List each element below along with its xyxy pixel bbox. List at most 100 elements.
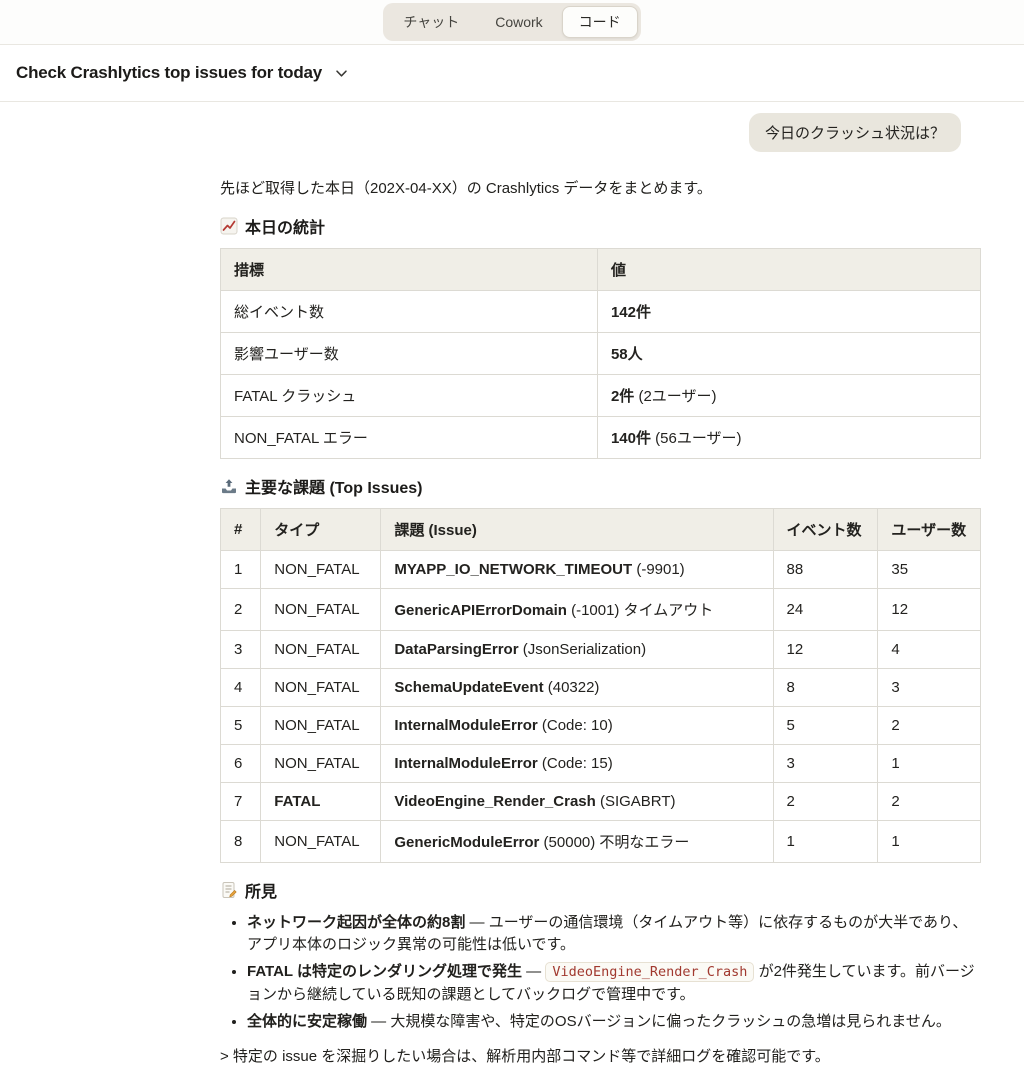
issue-detail: (Code: 10) bbox=[537, 717, 613, 734]
outbox-tray-icon bbox=[220, 477, 238, 495]
users-cell: 1 bbox=[877, 744, 981, 783]
finding-item: ネットワーク起因が全体の約8割 — ユーザーの通信環境（タイムアウト等）に依存す… bbox=[247, 912, 981, 956]
value-bold: 58人 bbox=[610, 346, 643, 363]
issues-col-type: タイプ bbox=[260, 508, 382, 551]
findings-section-title: 所見 bbox=[245, 884, 278, 901]
table-header-row: # タイプ 課題 (Issue) イベント数 ユーザー数 bbox=[219, 508, 981, 551]
issues-section-heading: 主要な課題 (Top Issues) bbox=[220, 474, 981, 498]
issue-cell: DataParsingError (JsonSerialization) bbox=[380, 630, 774, 669]
type-cell: NON_FATAL bbox=[260, 588, 382, 631]
user-message-bubble: 今日のクラッシュ状況は？ bbox=[748, 113, 961, 152]
events-cell: 2 bbox=[772, 782, 879, 821]
issue-name: DataParsingError bbox=[394, 641, 519, 658]
memo-icon bbox=[220, 881, 238, 899]
issue-row: 6 NON_FATAL InternalModuleError (Code: 1… bbox=[219, 744, 981, 783]
findings-list: ネットワーク起因が全体の約8割 — ユーザーの通信環境（タイムアウト等）に依存す… bbox=[220, 912, 981, 1033]
num-cell: 5 bbox=[219, 706, 262, 745]
findings-section-heading: 所見 bbox=[220, 878, 981, 902]
events-cell: 5 bbox=[772, 706, 879, 745]
users-cell: 2 bbox=[877, 782, 981, 821]
table-row: NON_FATAL エラー 140件 (56ユーザー) bbox=[220, 416, 982, 459]
num-cell: 3 bbox=[219, 630, 262, 669]
conversation-title: Check Crashlytics top issues for today bbox=[16, 63, 323, 82]
issues-col-num: # bbox=[219, 508, 262, 551]
events-cell: 1 bbox=[772, 820, 879, 863]
events-cell: 3 bbox=[772, 744, 879, 783]
users-cell: 12 bbox=[877, 588, 981, 631]
chevron-down-icon[interactable] bbox=[334, 66, 349, 81]
stats-section-title: 本日の統計 bbox=[245, 220, 326, 237]
finding-lead: FATAL は特定のレンダリング処理で発生 bbox=[247, 963, 522, 981]
top-tab-bar: チャット Cowork コード bbox=[0, 0, 1024, 45]
issue-cell: VideoEngine_Render_Crash (SIGABRT) bbox=[380, 782, 774, 821]
issue-row: 7 FATAL VideoEngine_Render_Crash (SIGABR… bbox=[219, 782, 981, 821]
tab-chat[interactable]: チャット bbox=[386, 6, 476, 38]
table-row: 影響ユーザー数 58人 bbox=[220, 332, 982, 375]
issue-detail: (SIGABRT) bbox=[595, 793, 676, 810]
top-issues-table: # タイプ 課題 (Issue) イベント数 ユーザー数 1 NON_FATAL… bbox=[219, 508, 981, 863]
issue-row: 8 NON_FATAL GenericModuleError (50000) 不… bbox=[219, 820, 981, 863]
type-cell: NON_FATAL bbox=[260, 706, 382, 745]
finding-item: 全体的に安定稼働 — 大規模な障害や、特定のOSバージョンに偏ったクラッシュの急… bbox=[247, 1011, 981, 1033]
issue-cell: GenericAPIErrorDomain (-1001) タイムアウト bbox=[380, 588, 774, 631]
type-cell: NON_FATAL bbox=[260, 668, 382, 707]
issue-row: 5 NON_FATAL InternalModuleError (Code: 1… bbox=[219, 706, 981, 745]
inline-code-crash-name: VideoEngine_Render_Crash bbox=[545, 962, 755, 983]
value-bold: 142件 bbox=[610, 304, 651, 321]
value-bold: 2件 bbox=[610, 388, 635, 405]
events-cell: 8 bbox=[772, 668, 879, 707]
issue-detail: (-1001) タイムアウト bbox=[566, 602, 714, 619]
issue-row: 4 NON_FATAL SchemaUpdateEvent (40322) 8 … bbox=[219, 668, 981, 707]
users-cell: 35 bbox=[877, 550, 981, 589]
table-row: 総イベント数 142件 bbox=[220, 290, 982, 333]
value-rest: (56ユーザー) bbox=[650, 430, 742, 447]
num-cell: 1 bbox=[219, 550, 262, 589]
finding-text: — 大規模な障害や、特定のOSバージョンに偏ったクラッシュの急増は見られません。 bbox=[367, 1012, 951, 1030]
issue-cell: MYAPP_IO_NETWORK_TIMEOUT (-9901) bbox=[380, 550, 774, 589]
issue-name: SchemaUpdateEvent bbox=[394, 679, 544, 696]
num-cell: 7 bbox=[219, 782, 262, 821]
value-cell: 140件 (56ユーザー) bbox=[596, 416, 982, 459]
stats-table: 措標 値 総イベント数 142件 影響ユーザー数 58人 FATAL クラッシュ… bbox=[220, 248, 982, 459]
tab-cowork[interactable]: Cowork bbox=[478, 6, 559, 38]
user-message-row: 今日のクラッシュ状況は？ bbox=[220, 113, 981, 152]
finding-item: FATAL は特定のレンダリング処理で発生 — VideoEngine_Rend… bbox=[247, 961, 981, 1005]
issue-name: VideoEngine_Render_Crash bbox=[394, 793, 596, 810]
issue-cell: GenericModuleError (50000) 不明なエラー bbox=[380, 820, 774, 863]
finding-separator: — bbox=[522, 963, 546, 981]
tab-code[interactable]: コード bbox=[561, 6, 638, 38]
issues-section-title: 主要な課題 (Top Issues) bbox=[245, 480, 423, 497]
issue-cell: SchemaUpdateEvent (40322) bbox=[380, 668, 774, 707]
events-cell: 24 bbox=[772, 588, 879, 631]
metric-cell: FATAL クラッシュ bbox=[220, 374, 598, 417]
chart-increasing-icon bbox=[220, 217, 238, 235]
issues-col-events: イベント数 bbox=[772, 508, 879, 551]
issue-name: InternalModuleError bbox=[394, 755, 538, 772]
type-cell: NON_FATAL bbox=[260, 744, 382, 783]
issue-name: GenericModuleError bbox=[394, 834, 540, 851]
issues-col-issue: 課題 (Issue) bbox=[380, 508, 774, 551]
users-cell: 3 bbox=[877, 668, 981, 707]
finding-lead: ネットワーク起因が全体の約8割 bbox=[247, 914, 466, 931]
type-cell: NON_FATAL bbox=[260, 550, 382, 589]
metric-cell: NON_FATAL エラー bbox=[220, 416, 598, 459]
conversation-header: Check Crashlytics top issues for today bbox=[0, 45, 1024, 102]
issue-detail: (50000) 不明なエラー bbox=[539, 834, 690, 851]
issue-detail: (40322) bbox=[543, 679, 600, 696]
users-cell: 1 bbox=[877, 820, 981, 863]
issue-row: 3 NON_FATAL DataParsingError (JsonSerial… bbox=[219, 630, 981, 669]
type-cell-fatal: FATAL bbox=[260, 782, 382, 821]
num-cell: 4 bbox=[219, 668, 262, 707]
metric-cell: 影響ユーザー数 bbox=[220, 332, 598, 375]
issue-cell: InternalModuleError (Code: 10) bbox=[380, 706, 774, 745]
num-cell: 6 bbox=[219, 744, 262, 783]
finding-lead: 全体的に安定稼働 bbox=[247, 1012, 368, 1030]
value-cell: 2件 (2ユーザー) bbox=[596, 374, 982, 417]
issue-detail: (JsonSerialization) bbox=[518, 641, 647, 658]
value-bold: 140件 bbox=[610, 430, 651, 447]
stats-col-metric: 措標 bbox=[220, 248, 598, 291]
users-cell: 2 bbox=[877, 706, 981, 745]
issue-cell: InternalModuleError (Code: 15) bbox=[380, 744, 774, 783]
stats-col-value: 値 bbox=[596, 248, 982, 291]
users-cell: 4 bbox=[877, 630, 981, 669]
